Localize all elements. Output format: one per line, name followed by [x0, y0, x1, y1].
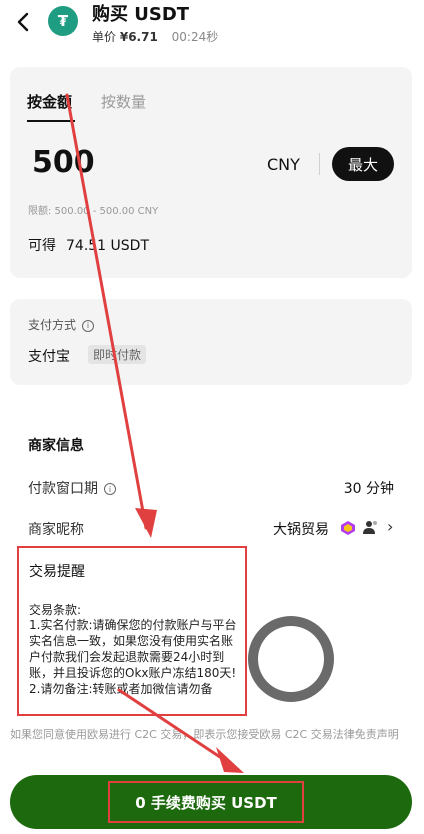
tab-underline [27, 120, 75, 122]
page-title: 购买 USDT [92, 4, 190, 25]
annotation-arrowhead [135, 508, 157, 538]
receive-label: 可得 [28, 238, 56, 254]
user-shield-icon [363, 521, 377, 534]
tab-by-quantity[interactable]: 按数量 [101, 91, 146, 112]
terms-title: 交易条款: [29, 603, 82, 617]
receive-value: 74.51 USDT [66, 238, 149, 254]
order-card: 按金额 按数量 500 CNY 最大 限额: 500.00 - 500.00 C… [10, 67, 412, 278]
payment-window-text: 付款窗口期 [28, 481, 98, 497]
merchant-nick-label: 商家昵称 [28, 522, 84, 538]
payment-window-value: 30 分钟 [343, 481, 394, 497]
payment-window-label: 付款窗口期 i [28, 478, 116, 498]
info-icon[interactable]: i [82, 319, 95, 332]
payment-method: 支付宝 [28, 349, 70, 365]
receive-row: 可得 74.51 USDT [28, 235, 149, 255]
header: ₮ 购买 USDT 单价 ¥6.71 00:24秒 [0, 0, 424, 52]
back-arrow-icon[interactable] [12, 10, 36, 34]
tab-by-amount[interactable]: 按金额 [27, 91, 72, 112]
instant-pay-badge: 即时付款 [88, 345, 147, 364]
payment-label-text: 支付方式 [28, 318, 77, 332]
amount-input[interactable]: 500 [32, 145, 95, 180]
payment-card[interactable]: 支付方式 i 支付宝 即时付款 [10, 299, 412, 385]
price-label: 单价 [92, 30, 117, 44]
merchant-nick-value[interactable]: 大锅贸易 [273, 519, 329, 539]
terms-body: 1.实名付款:请确保您的付款账户与平台实名信息一致，如果您没有使用实名账户付款我… [29, 618, 237, 696]
divider [319, 153, 320, 175]
countdown-timer: 00:24秒 [171, 30, 219, 44]
currency-label: CNY [267, 155, 300, 174]
verified-gem-icon [341, 521, 355, 535]
merchant-section-title: 商家信息 [28, 438, 84, 454]
tether-icon: ₮ [48, 6, 78, 36]
legal-disclaimer[interactable]: 如果您同意使用欧易进行 C2C 交易，即表示您接受欧易 C2C 交易法律免责声明 [10, 727, 410, 743]
payment-method-label: 支付方式 i [28, 316, 95, 333]
unit-price: ¥6.71 [119, 30, 158, 44]
buy-usdt-button[interactable]: 0 手续费购买 USDT [108, 781, 304, 823]
limit-text: 限额: 500.00 - 500.00 CNY [28, 206, 159, 217]
floating-assist-button[interactable] [248, 616, 334, 702]
max-button[interactable]: 最大 [332, 147, 394, 181]
annotation-arrowhead [216, 747, 244, 773]
trade-reminder-box: 交易提醒 交易条款: 1.实名付款:请确保您的付款账户与平台实名信息一致，如果您… [17, 546, 247, 716]
floating-button-center [258, 626, 324, 692]
reminder-title: 交易提醒 [29, 564, 85, 580]
chevron-right-icon[interactable]: › [387, 517, 393, 536]
price-line: 单价 ¥6.71 00:24秒 [92, 28, 218, 45]
info-icon[interactable]: i [104, 483, 116, 495]
